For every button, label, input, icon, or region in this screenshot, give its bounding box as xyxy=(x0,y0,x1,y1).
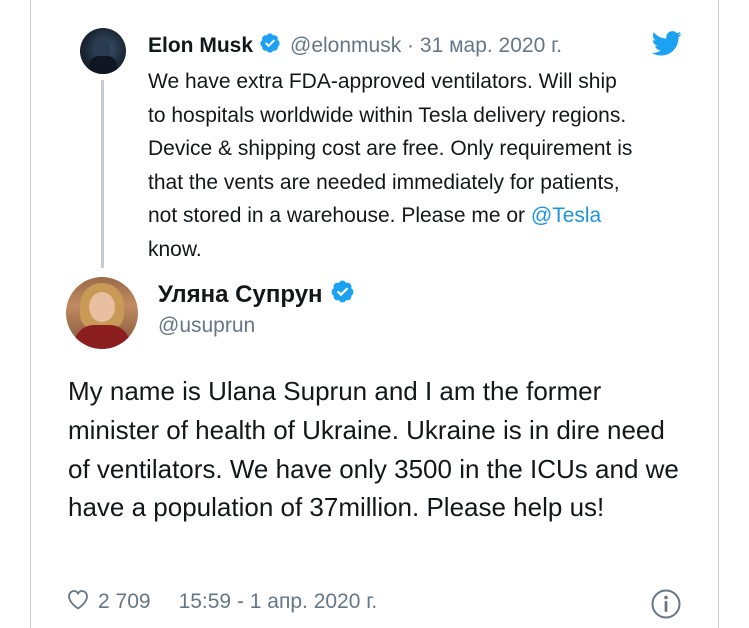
tweet-footer: 2 709 15:59 - 1 апр. 2020 г. xyxy=(66,588,377,616)
heart-icon[interactable] xyxy=(66,588,90,616)
thread-line xyxy=(101,80,104,268)
frame-left-border xyxy=(30,0,31,628)
tweet-timestamp[interactable]: 15:59 - 1 апр. 2020 г. xyxy=(179,590,378,614)
author-name-row: Уляна Супрун xyxy=(158,279,355,311)
quoted-tweet-text: We have extra FDA-approved ventilators. … xyxy=(148,65,638,266)
tesla-mention-link[interactable]: @Tesla xyxy=(531,204,601,227)
tweet-text: My name is Ulana Suprun and I am the for… xyxy=(68,376,679,523)
twitter-bird-icon[interactable] xyxy=(651,31,682,61)
quoted-tweet-tail: know. xyxy=(148,237,202,261)
frame-right-border xyxy=(718,0,719,628)
quoted-tweet-header: Elon Musk @elonmusk · 31 мар. 2020 г. xyxy=(148,32,562,60)
quoted-author-name[interactable]: Elon Musk xyxy=(148,34,253,58)
quoted-avatar[interactable] xyxy=(80,28,126,74)
quoted-author-handle[interactable]: @elonmusk xyxy=(290,34,401,58)
author-handle[interactable]: @usuprun xyxy=(158,314,255,338)
author-name[interactable]: Уляна Супрун xyxy=(158,281,323,309)
author-avatar[interactable] xyxy=(66,277,138,349)
info-icon[interactable] xyxy=(650,588,682,625)
verified-badge-icon xyxy=(330,279,355,311)
verified-badge-icon xyxy=(259,32,281,60)
quoted-date-separator: · xyxy=(401,34,420,57)
quoted-tweet-date[interactable]: 31 мар. 2020 г. xyxy=(420,34,562,58)
like-count[interactable]: 2 709 xyxy=(98,590,151,614)
